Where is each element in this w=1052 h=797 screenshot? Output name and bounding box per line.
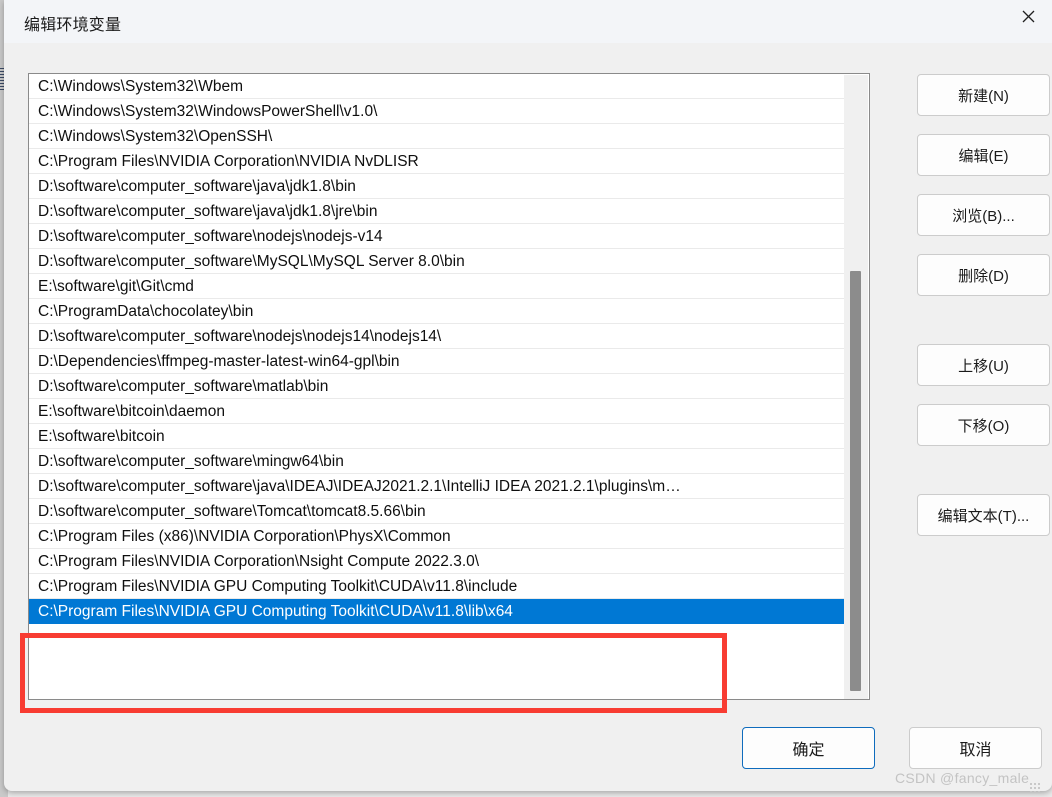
delete-button[interactable]: 删除(D) [917,254,1050,296]
edit-environment-variable-dialog: 编辑环境变量 C:\Windows\System32\Wbem C:\Window… [4,0,1052,791]
new-button[interactable]: 新建(N) [917,74,1050,116]
side-button-group: 新建(N) 编辑(E) 浏览(B)... 删除(D) 上移(U) 下移(O) 编辑文本(T)… [917,74,1052,554]
list-item[interactable]: C:\Program Files\NVIDIA Corporation\NVID… [29,149,845,174]
list-scrollbar[interactable] [844,75,868,699]
browse-button[interactable]: 浏览(B)... [917,194,1050,236]
path-list[interactable]: C:\Windows\System32\Wbem C:\Windows\Syste… [28,73,870,700]
titlebar: 编辑环境变量 [4,0,1052,43]
watermark: CSDN @fancy_male [895,770,1030,786]
list-item[interactable]: D:\software\computer_software\java\jdk1.… [29,199,845,224]
list-item[interactable]: E:\software\bitcoin [29,424,845,449]
ok-button[interactable]: 确定 [742,727,875,769]
screen: 编辑环境变量 C:\Windows\System32\Wbem C:\Window… [0,0,1052,797]
path-list-rows: C:\Windows\System32\Wbem C:\Windows\Syste… [29,74,845,624]
scrollbar-thumb[interactable] [850,271,861,691]
edit-button[interactable]: 编辑(E) [917,134,1050,176]
list-item[interactable]: D:\software\computer_software\java\jdk1.… [29,174,845,199]
list-item[interactable]: D:\software\computer_software\nodejs\nod… [29,324,845,349]
list-item[interactable]: C:\Program Files (x86)\NVIDIA Corporatio… [29,524,845,549]
list-item-selected[interactable]: C:\Program Files\NVIDIA GPU Computing To… [29,599,845,624]
watermark-dots [1029,782,1041,792]
list-item[interactable]: D:\software\computer_software\java\IDEAJ… [29,474,845,499]
list-item[interactable]: E:\software\git\Git\cmd [29,274,845,299]
list-item[interactable]: C:\Program Files\NVIDIA GPU Computing To… [29,574,845,599]
list-item[interactable]: D:\software\computer_software\matlab\bin [29,374,845,399]
close-icon[interactable] [1005,0,1052,32]
move-down-button[interactable]: 下移(O) [917,404,1050,446]
list-item[interactable]: D:\Dependencies\ffmpeg-master-latest-win… [29,349,845,374]
cancel-button[interactable]: 取消 [909,727,1042,769]
list-item[interactable]: C:\ProgramData\chocolatey\bin [29,299,845,324]
list-item[interactable]: D:\software\computer_software\MySQL\MySQ… [29,249,845,274]
list-item[interactable]: C:\Program Files\NVIDIA Corporation\Nsig… [29,549,845,574]
list-item[interactable]: C:\Windows\System32\WindowsPowerShell\v1… [29,99,845,124]
dialog-title: 编辑环境变量 [24,17,122,34]
list-item[interactable]: D:\software\computer_software\Tomcat\tom… [29,499,845,524]
move-up-button[interactable]: 上移(U) [917,344,1050,386]
bottom-button-group: 确定 取消 [742,727,1042,773]
list-item[interactable]: D:\software\computer_software\nodejs\nod… [29,224,845,249]
list-item[interactable]: D:\software\computer_software\mingw64\bi… [29,449,845,474]
list-item[interactable]: C:\Windows\System32\Wbem [29,74,845,99]
list-item[interactable]: E:\software\bitcoin\daemon [29,399,845,424]
edit-text-button[interactable]: 编辑文本(T)... [917,494,1050,536]
list-item[interactable]: C:\Windows\System32\OpenSSH\ [29,124,845,149]
